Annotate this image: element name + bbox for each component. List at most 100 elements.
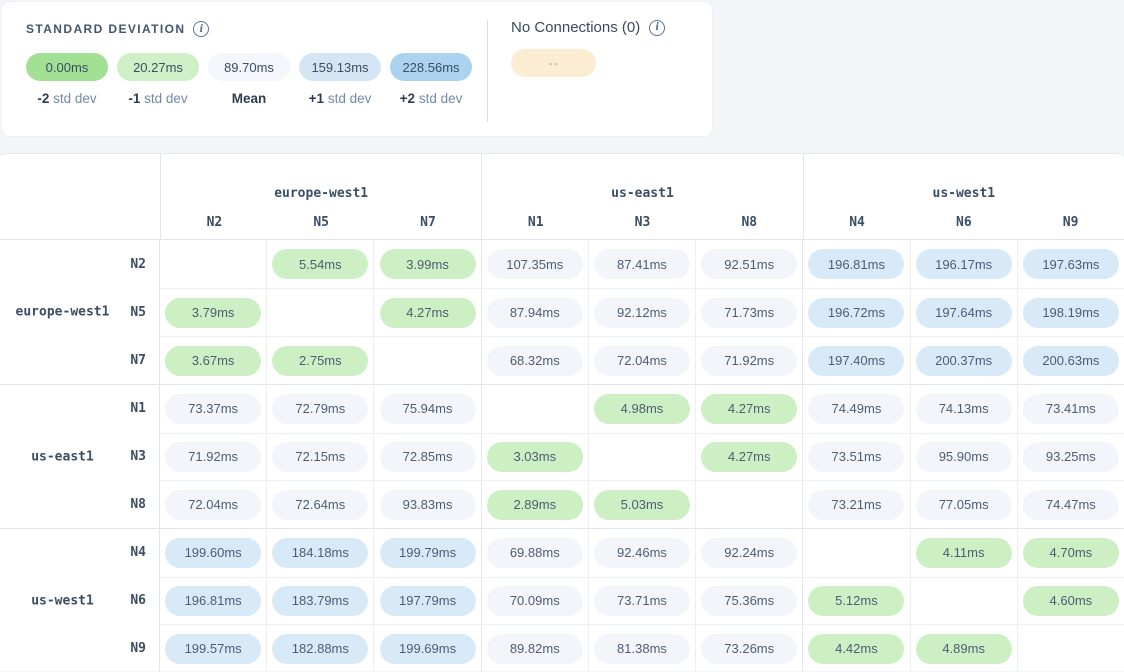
row-region-group: us-west1N4N6N9199.60ms184.18ms199.79ms69… xyxy=(0,528,1124,672)
latency-pill[interactable]: 74.47ms xyxy=(1023,490,1119,520)
column-node-headers: N2N5N7 xyxy=(161,215,481,230)
latency-pill[interactable]: 4.42ms xyxy=(808,634,904,664)
latency-pill[interactable]: 183.79ms xyxy=(272,586,368,616)
latency-cell: 107.35ms xyxy=(481,240,588,288)
latency-pill[interactable]: 5.12ms xyxy=(808,586,904,616)
latency-pill[interactable]: 72.04ms xyxy=(165,490,261,520)
latency-pill[interactable]: 199.57ms xyxy=(165,634,261,664)
latency-cell: 199.69ms xyxy=(373,625,480,672)
legend-stop-label: -1 std dev xyxy=(117,81,199,106)
latency-pill[interactable]: 70.09ms xyxy=(487,586,583,616)
info-icon[interactable]: i xyxy=(193,21,209,37)
latency-pill[interactable]: 2.75ms xyxy=(272,346,368,376)
latency-pill[interactable]: 74.49ms xyxy=(808,394,904,424)
latency-pill[interactable]: 4.60ms xyxy=(1023,586,1119,616)
latency-pill[interactable]: 72.79ms xyxy=(272,394,368,424)
latency-pill[interactable]: 5.03ms xyxy=(594,490,690,520)
latency-pill[interactable]: 197.40ms xyxy=(808,346,904,376)
latency-pill[interactable]: 71.92ms xyxy=(701,346,797,376)
latency-pill[interactable]: 196.72ms xyxy=(808,298,904,328)
latency-cell: 89.82ms xyxy=(481,625,588,672)
latency-cell: 2.89ms xyxy=(481,481,588,528)
legend-stop-label: +1 std dev xyxy=(299,81,381,106)
latency-pill[interactable]: 4.27ms xyxy=(380,298,476,328)
row-node-header: N7 xyxy=(0,336,159,384)
latency-pill[interactable]: 3.79ms xyxy=(165,298,261,328)
latency-pill[interactable]: 92.12ms xyxy=(594,298,690,328)
latency-pill[interactable]: 72.64ms xyxy=(272,490,368,520)
latency-pill[interactable]: 92.46ms xyxy=(594,538,690,568)
latency-pill[interactable]: 196.81ms xyxy=(808,249,904,279)
latency-pill[interactable]: 199.69ms xyxy=(380,634,476,664)
latency-pill[interactable]: 74.13ms xyxy=(916,394,1012,424)
latency-pill[interactable]: 92.51ms xyxy=(701,249,797,279)
latency-pill[interactable]: 197.79ms xyxy=(380,586,476,616)
latency-cell: 4.70ms xyxy=(1017,529,1124,577)
latency-pill[interactable]: 71.92ms xyxy=(165,442,261,472)
latency-cell: 71.92ms xyxy=(160,434,266,481)
latency-pill[interactable]: 73.26ms xyxy=(701,634,797,664)
latency-cell: 182.88ms xyxy=(266,625,373,672)
latency-pill[interactable]: 77.05ms xyxy=(916,490,1012,520)
latency-pill[interactable]: 182.88ms xyxy=(272,634,368,664)
self-cell xyxy=(802,529,909,577)
latency-pill[interactable]: 197.63ms xyxy=(1023,249,1119,279)
latency-pill[interactable]: 87.41ms xyxy=(594,249,690,279)
latency-pill[interactable]: 4.98ms xyxy=(594,394,690,424)
latency-cell: 73.71ms xyxy=(588,578,695,625)
row-region-header: europe-west1 xyxy=(0,305,125,320)
latency-pill[interactable]: 81.38ms xyxy=(594,634,690,664)
latency-pill[interactable]: 197.64ms xyxy=(916,298,1012,328)
row-node-header: N8 xyxy=(0,480,159,528)
row-node-header: N9 xyxy=(0,624,159,672)
table-row: 196.81ms 183.79ms 197.79ms 70.09ms 73.71ms 75… xyxy=(160,577,1124,625)
latency-pill[interactable]: 2.89ms xyxy=(487,490,583,520)
self-cell xyxy=(588,434,695,481)
latency-pill[interactable]: 73.51ms xyxy=(808,442,904,472)
latency-pill[interactable]: 3.67ms xyxy=(165,346,261,376)
latency-pill[interactable]: 71.73ms xyxy=(701,298,797,328)
latency-pill[interactable]: 198.19ms xyxy=(1023,298,1119,328)
latency-pill[interactable]: 95.90ms xyxy=(916,442,1012,472)
latency-pill[interactable]: 4.27ms xyxy=(701,442,797,472)
latency-pill[interactable]: 5.54ms xyxy=(272,249,368,279)
latency-pill[interactable]: 199.79ms xyxy=(380,538,476,568)
latency-cell: 199.57ms xyxy=(160,625,266,672)
latency-pill[interactable]: 72.04ms xyxy=(594,346,690,376)
latency-pill[interactable]: 73.41ms xyxy=(1023,394,1119,424)
latency-pill[interactable]: 3.99ms xyxy=(380,249,476,279)
latency-pill[interactable]: 72.15ms xyxy=(272,442,368,472)
latency-cell: 3.99ms xyxy=(373,240,480,288)
latency-pill[interactable]: 69.88ms xyxy=(487,538,583,568)
latency-pill[interactable]: 73.21ms xyxy=(808,490,904,520)
latency-pill[interactable]: 72.85ms xyxy=(380,442,476,472)
latency-pill[interactable]: 75.36ms xyxy=(701,586,797,616)
latency-pill[interactable]: 89.82ms xyxy=(487,634,583,664)
latency-pill[interactable]: 4.11ms xyxy=(916,538,1012,568)
latency-pill[interactable]: 68.32ms xyxy=(487,346,583,376)
latency-pill[interactable]: 73.71ms xyxy=(594,586,690,616)
latency-pill[interactable]: 93.25ms xyxy=(1023,442,1119,472)
latency-pill[interactable]: 196.17ms xyxy=(916,249,1012,279)
latency-pill[interactable]: 199.60ms xyxy=(165,538,261,568)
table-row: 72.04ms 72.64ms 93.83ms 2.89ms 5.03ms 73.21ms… xyxy=(160,480,1124,528)
latency-cell: 4.27ms xyxy=(373,289,480,336)
latency-pill[interactable]: 73.37ms xyxy=(165,394,261,424)
latency-pill[interactable]: 4.89ms xyxy=(916,634,1012,664)
latency-pill[interactable]: 4.70ms xyxy=(1023,538,1119,568)
latency-pill[interactable]: 196.81ms xyxy=(165,586,261,616)
latency-pill[interactable]: 200.37ms xyxy=(916,346,1012,376)
latency-pill[interactable]: 75.94ms xyxy=(380,394,476,424)
latency-matrix-table: europe-west1N2N5N7us-east1N1N3N8us-west1… xyxy=(0,153,1124,671)
column-region-header: us-west1 xyxy=(804,186,1124,201)
latency-pill[interactable]: 184.18ms xyxy=(272,538,368,568)
latency-pill[interactable]: 4.27ms xyxy=(701,394,797,424)
latency-pill[interactable]: 107.35ms xyxy=(487,249,583,279)
latency-pill[interactable]: 200.63ms xyxy=(1023,346,1119,376)
info-icon[interactable]: i xyxy=(649,20,665,36)
latency-cell: 200.37ms xyxy=(910,337,1017,384)
latency-pill[interactable]: 87.94ms xyxy=(487,298,583,328)
latency-pill[interactable]: 3.03ms xyxy=(487,442,583,472)
latency-pill[interactable]: 93.83ms xyxy=(380,490,476,520)
latency-pill[interactable]: 92.24ms xyxy=(701,538,797,568)
